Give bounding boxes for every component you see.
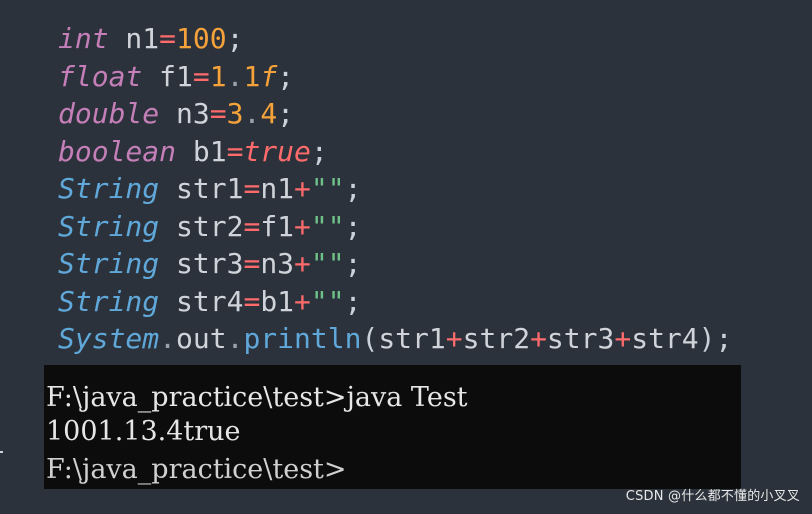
code-token: ; xyxy=(344,172,362,205)
edge-marker xyxy=(0,451,3,453)
code-token: + xyxy=(294,247,311,280)
code-token: 100 xyxy=(176,22,227,55)
code-line: String str2=f1+""; xyxy=(58,208,732,246)
terminal-next-prompt: F:\java_practice\test> xyxy=(46,454,347,485)
code-token: ; xyxy=(310,134,328,168)
code-token: println xyxy=(243,322,362,355)
code-token: "" xyxy=(310,172,345,205)
code-token: ( xyxy=(361,322,379,355)
code-token: String xyxy=(58,172,160,205)
code-token: = xyxy=(243,247,261,280)
code-token: + xyxy=(445,322,463,355)
code-token: f1 xyxy=(142,59,193,93)
code-token: . xyxy=(226,59,244,93)
code-line: double n3=3.4; xyxy=(58,95,732,133)
code-line: String str4=b1+""; xyxy=(58,283,732,321)
code-token: ; xyxy=(226,22,244,55)
code-token: = xyxy=(226,134,244,168)
code-token: boolean xyxy=(58,134,177,168)
code-token: double xyxy=(58,97,160,130)
code-token: true xyxy=(243,134,311,168)
code-token: float xyxy=(58,59,143,93)
code-token: n3 xyxy=(159,97,210,130)
code-token: str4 xyxy=(159,284,244,318)
code-token: n3 xyxy=(260,247,295,280)
code-token: + xyxy=(294,172,311,205)
code-token: 1 xyxy=(209,59,227,93)
code-token: + xyxy=(614,322,632,355)
code-token: b1 xyxy=(176,134,227,168)
code-token: 3 xyxy=(226,97,244,130)
code-token: . xyxy=(226,322,244,355)
code-token: str2 xyxy=(159,209,244,243)
code-token: ; xyxy=(344,284,362,318)
code-token: "" xyxy=(310,284,345,318)
code-token: . xyxy=(243,97,261,130)
code-token: int xyxy=(58,22,109,55)
terminal-command-line: F:\java_practice\test>java Test xyxy=(46,382,468,413)
code-token: f xyxy=(260,59,278,93)
code-line: System.out.println(str1+str2+str3+str4); xyxy=(58,320,732,358)
code-line: float f1=1.1f; xyxy=(58,58,732,96)
code-token: = xyxy=(243,209,261,243)
code-editor[interactable]: int n1=100; float f1=1.1f; double n3=3.4; b… xyxy=(58,20,732,358)
code-token: b1 xyxy=(260,284,295,318)
code-token: ; xyxy=(277,97,295,130)
code-token: + xyxy=(530,322,547,355)
code-token: = xyxy=(192,59,210,93)
code-line: String str1=n1+""; xyxy=(58,170,732,208)
code-token: = xyxy=(243,284,261,318)
code-token: n1 xyxy=(260,172,295,205)
code-token: str4 xyxy=(631,322,699,355)
terminal-output-line: 1001.13.4true xyxy=(46,416,241,447)
code-token: "" xyxy=(310,247,345,280)
code-token: 4 xyxy=(260,97,278,130)
code-token: 1 xyxy=(243,59,261,93)
code-token: + xyxy=(294,284,311,318)
code-token: out xyxy=(176,322,227,355)
code-token: ; xyxy=(344,247,362,280)
code-token: ); xyxy=(698,322,733,355)
code-token: System xyxy=(58,322,160,355)
code-line: boolean b1=true; xyxy=(58,133,732,171)
code-token: f1 xyxy=(260,209,295,243)
code-token: = xyxy=(209,97,227,130)
watermark: CSDN @什么都不懂的小叉叉 xyxy=(625,489,800,504)
code-token: = xyxy=(159,22,177,55)
code-line: String str3=n3+""; xyxy=(58,245,732,283)
code-token: . xyxy=(159,322,177,355)
code-token: String xyxy=(58,284,160,318)
screenshot: int n1=100; float f1=1.1f; double n3=3.4; b… xyxy=(0,0,812,514)
code-token: = xyxy=(243,172,261,205)
code-token: ; xyxy=(344,209,362,243)
code-token: String xyxy=(58,209,160,243)
code-token: "" xyxy=(310,209,345,243)
code-token: ; xyxy=(277,59,295,93)
code-token: str1 xyxy=(159,172,244,205)
code-line: int n1=100; xyxy=(58,20,732,58)
code-token: str1 xyxy=(378,322,446,355)
code-token: String xyxy=(58,247,160,280)
terminal-window[interactable]: F:\java_practice\test>java Test 1001.13.… xyxy=(44,365,741,489)
code-token: str3 xyxy=(159,247,244,280)
code-token: n1 xyxy=(108,22,160,55)
code-token: str3 xyxy=(546,322,615,355)
code-token: str2 xyxy=(462,322,531,355)
code-token: + xyxy=(294,209,311,243)
